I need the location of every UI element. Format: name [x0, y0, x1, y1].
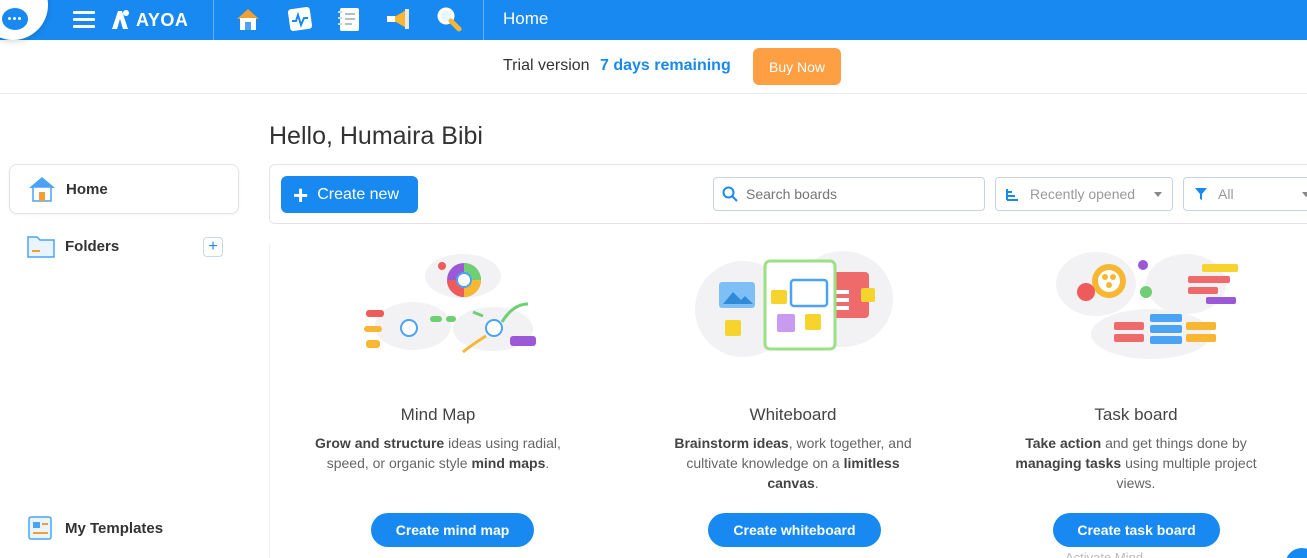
mind-map-illustration-icon: [364, 254, 536, 354]
sidebar-item-label: My Templates: [65, 519, 164, 537]
home-icon: [29, 177, 55, 202]
greeting: Hello, Humaira Bibi: [269, 122, 483, 150]
card-description-bold: managing tasks: [1015, 455, 1122, 471]
notes-icon[interactable]: [335, 5, 363, 33]
page-title: Home: [503, 9, 549, 28]
sort-icon: [1006, 189, 1018, 201]
search-input[interactable]: [746, 186, 966, 202]
card-description-text: using multiple project views.: [1116, 455, 1257, 491]
top-bar: AYOA Home: [0, 0, 1307, 40]
card-description-bold: Brainstorm ideas: [674, 435, 789, 451]
board-type-cards: Mind Map Grow and structure ideas using …: [269, 244, 1307, 558]
card-description-text: and get things done by: [1101, 435, 1247, 451]
create-new-button[interactable]: + Create new: [281, 176, 418, 213]
sidebar-item-home[interactable]: Home: [9, 164, 239, 214]
mind-map-card: Mind Map Grow and structure ideas using …: [270, 244, 606, 558]
add-folder-button[interactable]: +: [203, 237, 223, 257]
buy-now-button[interactable]: Buy Now: [753, 48, 841, 85]
home-icon[interactable]: [234, 5, 262, 33]
chat-icon[interactable]: [0, 0, 48, 40]
sort-value: Recently opened: [1030, 186, 1136, 202]
card-title: Whiteboard: [749, 405, 837, 424]
task-board-card: Task board Take action and get things do…: [968, 244, 1304, 558]
plus-icon: +: [293, 179, 309, 210]
sidebar-item-label: Folders: [65, 237, 120, 255]
chevron-down-icon: [1302, 192, 1307, 197]
app-name: AYOA: [136, 9, 189, 30]
filter-value: All: [1218, 186, 1234, 202]
card-description-bold: Take action: [1025, 435, 1102, 451]
sidebar-item-templates[interactable]: My Templates: [9, 503, 239, 553]
card-description-text: .: [545, 455, 550, 471]
megaphone-icon[interactable]: [384, 5, 412, 33]
folder-icon: [27, 236, 55, 258]
card-description-bold: Grow and structure: [315, 435, 445, 451]
app-logo[interactable]: AYOA: [108, 7, 188, 33]
card-title: Mind Map: [400, 405, 476, 424]
chevron-down-icon: [1154, 192, 1162, 197]
search-boards[interactable]: [713, 177, 985, 211]
activity-icon[interactable]: [286, 5, 314, 33]
create-task-board-button[interactable]: Create task board: [1053, 513, 1220, 547]
sidebar-item-folders[interactable]: Folders +: [9, 221, 239, 271]
filter-dropdown[interactable]: All: [1183, 177, 1307, 211]
activate-mind-text: Activate Mind...: [1065, 550, 1154, 558]
create-new-label: Create new: [317, 185, 400, 203]
trial-days-remaining: 7 days remaining: [600, 57, 731, 74]
divider: [483, 0, 484, 40]
create-mind-map-button[interactable]: Create mind map: [371, 513, 534, 547]
ayoa-logo-icon: [112, 10, 129, 29]
menu-icon[interactable]: [73, 11, 95, 29]
templates-icon: [28, 516, 52, 540]
card-description: Brainstorm ideas, work together, and cul…: [665, 433, 921, 493]
card-description-text: .: [814, 475, 819, 491]
card-description-bold: mind maps: [471, 455, 546, 471]
whiteboard-card: Whiteboard Brainstorm ideas, work togeth…: [625, 244, 961, 558]
whiteboard-illustration-icon: [695, 251, 893, 357]
search-icon[interactable]: [435, 5, 463, 33]
card-title: Task board: [1094, 405, 1178, 424]
trial-banner: Trial version 7 days remaining Buy Now: [0, 40, 1307, 94]
card-description: Take action and get things done by manag…: [1008, 433, 1264, 493]
divider: [213, 0, 214, 40]
create-whiteboard-button[interactable]: Create whiteboard: [708, 513, 881, 547]
boards-toolbar: + Create new Recently opened All: [269, 164, 1307, 224]
sidebar-item-label: Home: [66, 180, 108, 198]
trial-label: Trial version: [503, 57, 590, 74]
task-board-illustration-icon: [1056, 252, 1238, 359]
card-description: Grow and structure ideas using radial, s…: [310, 433, 566, 473]
search-icon: [722, 186, 738, 202]
sort-dropdown[interactable]: Recently opened: [995, 177, 1173, 211]
filter-icon: [1195, 188, 1207, 200]
sidebar: Home Folders + My Templates: [0, 95, 258, 558]
